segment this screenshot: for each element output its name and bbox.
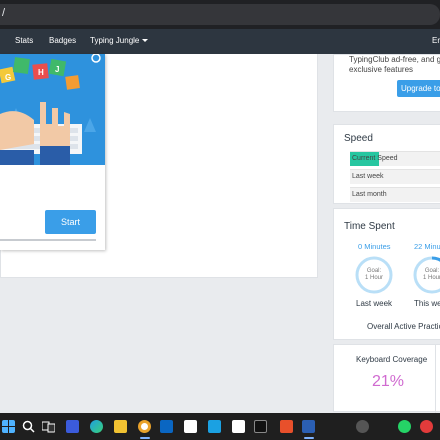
- upgrade-button[interactable]: Upgrade to P: [397, 80, 440, 97]
- widgets-icon[interactable]: [66, 420, 79, 433]
- task-view-icon[interactable]: [42, 420, 55, 433]
- settings-icon[interactable]: [208, 420, 221, 433]
- address-bar-text: /: [2, 7, 6, 19]
- site-navbar: Stats Badges Typing Jungle Er: [0, 29, 440, 54]
- word-icon[interactable]: [302, 420, 315, 433]
- nav-language[interactable]: Er: [432, 36, 440, 45]
- explorer-icon[interactable]: [114, 420, 127, 433]
- browser-toolbar: /: [0, 0, 440, 29]
- last-week-minutes: 0 Minutes: [358, 242, 391, 251]
- overall-active-practice-label: Overall Active Practic: [367, 322, 440, 331]
- keyboard-hands-illustration: G H J: [0, 54, 101, 165]
- upgrade-text-line1: TypingClub ad-free, and ge: [349, 55, 440, 64]
- lesson-progress-bar: [0, 239, 96, 241]
- this-week-minutes: 22 Minu: [414, 242, 440, 251]
- start-button[interactable]: Start: [45, 210, 96, 234]
- speed-row-label: Last week: [352, 173, 384, 180]
- this-week-goal-value: 1 Hour: [422, 275, 440, 281]
- nav-badges[interactable]: Badges: [49, 36, 76, 45]
- upgrade-text-line2: exclusive features: [349, 65, 414, 74]
- keyboard-coverage-title: Keyboard Coverage: [356, 355, 428, 364]
- speed-title: Speed: [344, 133, 373, 144]
- speed-card: Speed Current Speed Last week Last month: [333, 124, 440, 204]
- speed-row-current: Current Speed: [350, 151, 440, 166]
- nav-typing-jungle[interactable]: Typing Jungle: [90, 36, 149, 45]
- edge-icon[interactable]: [90, 420, 103, 433]
- windows-icon[interactable]: [2, 420, 15, 433]
- keyboard-coverage-value: 21%: [372, 373, 405, 390]
- time-spent-card: Time Spent 0 Minutes Goal: 1 Hour Last w…: [333, 208, 440, 340]
- windows-taskbar: [0, 413, 440, 440]
- user-icon[interactable]: [356, 420, 369, 433]
- card-divider: [435, 345, 436, 413]
- speed-row-label: Current Speed: [352, 155, 398, 162]
- chevron-down-icon: [142, 39, 149, 43]
- this-week-caption: This we: [414, 299, 440, 308]
- time-spent-title: Time Spent: [344, 221, 395, 232]
- amazon-icon[interactable]: [184, 420, 197, 433]
- svg-text:J: J: [55, 65, 59, 74]
- whatsapp-icon[interactable]: [398, 420, 411, 433]
- last-week-goal-value: 1 Hour: [364, 275, 383, 281]
- keyboard-coverage-card: Keyboard Coverage 21%: [333, 344, 440, 413]
- last-week-caption: Last week: [356, 299, 393, 308]
- speed-row-last-week: Last week: [350, 169, 440, 184]
- svg-text:H: H: [38, 68, 44, 77]
- address-bar[interactable]: /: [0, 4, 440, 25]
- app-icon[interactable]: [232, 420, 245, 433]
- search-icon[interactable]: [22, 420, 35, 433]
- speed-row-last-month: Last month: [350, 187, 440, 202]
- active-app-indicator: [140, 437, 150, 439]
- upgrade-card: TypingClub ad-free, and ge exclusive fea…: [333, 54, 440, 112]
- terminal-icon[interactable]: [254, 420, 267, 433]
- lesson-illustration: G H J: [0, 54, 105, 165]
- speed-row-label: Last month: [352, 191, 387, 198]
- mail-icon[interactable]: [160, 420, 173, 433]
- chrome-icon[interactable]: [138, 420, 151, 433]
- svg-text:G: G: [5, 73, 11, 82]
- brave-icon[interactable]: [280, 420, 293, 433]
- nav-stats[interactable]: Stats: [15, 36, 33, 45]
- active-app-indicator: [304, 437, 314, 439]
- chat-icon[interactable]: [420, 420, 433, 433]
- nav-typing-jungle-label: Typing Jungle: [90, 36, 140, 45]
